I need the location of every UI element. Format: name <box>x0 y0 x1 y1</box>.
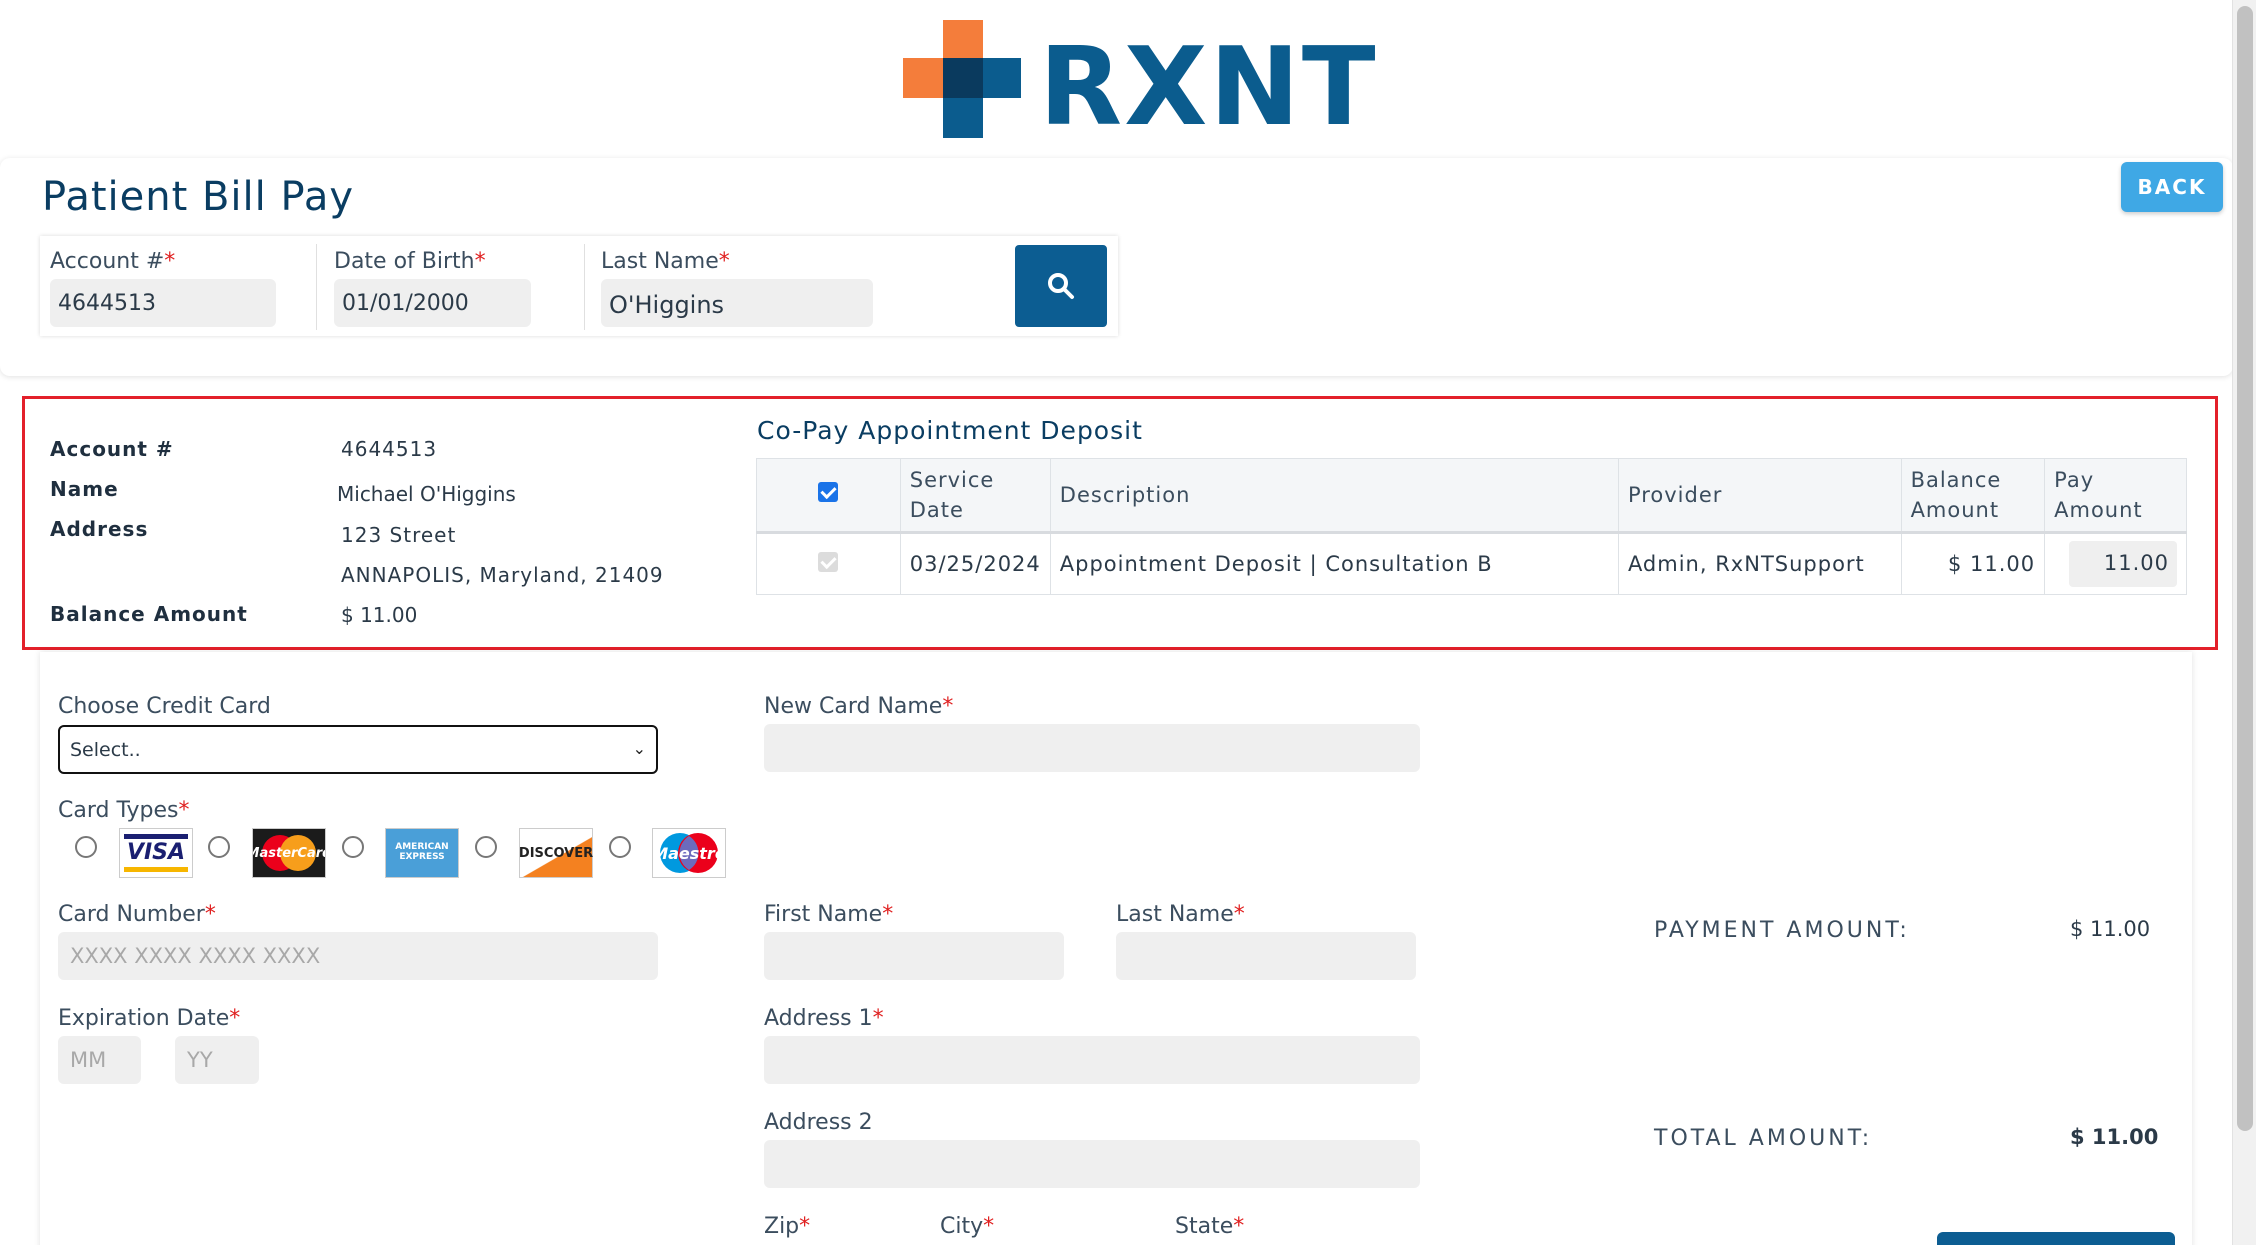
new-card-name-input[interactable] <box>764 724 1420 772</box>
dob-label: Date of Birth* <box>334 249 486 274</box>
vertical-scrollbar[interactable] <box>2232 0 2256 1245</box>
search-icon <box>1048 273 1074 299</box>
maestro-radio[interactable] <box>609 836 631 858</box>
service-date-header: Service Date <box>899 458 1051 534</box>
exp-year-input[interactable]: YY <box>175 1036 259 1084</box>
last-name-label: Last Name* <box>1116 902 1245 927</box>
description-cell: Appointment Deposit | Consultation B <box>1049 532 1619 595</box>
address1-label: Address 1* <box>764 1006 884 1031</box>
total-amount-value: $ 11.00 <box>2070 1125 2159 1149</box>
balance-amount-value: $ 11.00 <box>341 603 418 627</box>
chevron-down-icon: ⌄ <box>632 739 646 758</box>
total-amount-label: TOTAL AMOUNT: <box>1654 1126 1873 1151</box>
amex-card-icon: AMERICAN EXPRESS <box>385 828 459 878</box>
mastercard-icon: MasterCard <box>252 828 326 878</box>
new-card-name-label: New Card Name* <box>764 694 954 719</box>
discover-card-icon: DISCOVER <box>519 828 593 878</box>
last-name-search-label: Last Name* <box>601 249 730 274</box>
page: RXNT Patient Bill Pay BACK Account #* 46… <box>0 0 2256 1245</box>
city-label: City* <box>940 1214 995 1239</box>
account-number-value: 4644513 <box>341 437 438 461</box>
account-number-heading: Account # <box>50 437 174 461</box>
service-date-cell: 03/25/2024 <box>899 532 1051 595</box>
account-number-input[interactable]: 4644513 <box>50 279 276 327</box>
last-name-search-input[interactable]: O'Higgins <box>601 279 873 327</box>
back-button[interactable]: BACK <box>2121 162 2223 212</box>
balance-amount-header: Balance Amount <box>1900 458 2046 534</box>
payment-amount-value: $ 11.00 <box>2070 917 2151 941</box>
scrollbar-thumb[interactable] <box>2237 6 2253 1131</box>
maestro-card-icon: Maestro <box>652 828 726 878</box>
address2-input[interactable] <box>764 1140 1420 1188</box>
select-all-checkbox[interactable] <box>818 481 839 502</box>
address-heading: Address <box>50 517 149 541</box>
name-heading: Name <box>50 477 119 501</box>
first-name-input[interactable] <box>764 932 1064 980</box>
account-number-label: Account #* <box>50 249 176 274</box>
amex-radio[interactable] <box>342 836 364 858</box>
provider-header: Provider <box>1617 458 1902 534</box>
page-title: Patient Bill Pay <box>42 174 354 220</box>
provider-cell: Admin, RxNTSupport <box>1617 532 1902 595</box>
state-label: State* <box>1175 1214 1245 1239</box>
first-name-label: First Name* <box>764 902 894 927</box>
address1-input[interactable] <box>764 1036 1420 1084</box>
discover-radio[interactable] <box>475 836 497 858</box>
select-all-header <box>756 458 901 534</box>
exp-month-input[interactable]: MM <box>58 1036 141 1084</box>
name-value: Michael O'Higgins <box>337 482 516 506</box>
visa-radio[interactable] <box>75 836 97 858</box>
row-checkbox[interactable] <box>818 551 839 572</box>
description-header: Description <box>1049 458 1619 534</box>
dob-input[interactable]: 01/01/2000 <box>334 279 531 327</box>
zip-label: Zip* <box>764 1214 811 1239</box>
card-types-label: Card Types* <box>58 798 190 823</box>
logo-wordmark: RXNT <box>1039 25 1378 150</box>
address-line2-value: ANNAPOLIS, Maryland, 21409 <box>341 563 664 587</box>
pay-amount-header: Pay Amount <box>2044 458 2187 534</box>
balance-cell: $ 11.00 <box>1900 532 2046 595</box>
card-number-label: Card Number* <box>58 902 216 927</box>
mastercard-radio[interactable] <box>208 836 230 858</box>
payment-amount-label: PAYMENT AMOUNT: <box>1654 918 1910 943</box>
search-button[interactable] <box>1015 245 1107 327</box>
copay-title: Co-Pay Appointment Deposit <box>757 416 1143 445</box>
rxnt-logo: RXNT <box>903 20 1376 142</box>
choose-card-label: Choose Credit Card <box>58 694 271 719</box>
balance-amount-heading: Balance Amount <box>50 602 248 626</box>
pay-amount-input[interactable]: 11.00 <box>2069 541 2177 587</box>
address2-label: Address 2 <box>764 1110 873 1135</box>
choose-card-select[interactable]: Select.. ⌄ <box>58 725 658 774</box>
table-header-row: Service Date Description Provider Balance… <box>756 458 2187 534</box>
table-row: 03/25/2024 Appointment Deposit | Consult… <box>756 532 2187 595</box>
pay-button[interactable] <box>1937 1232 2175 1245</box>
last-name-input[interactable] <box>1116 932 1416 980</box>
card-number-input[interactable]: XXXX XXXX XXXX XXXX <box>58 932 658 980</box>
address-line1-value: 123 Street <box>341 523 457 547</box>
expiration-date-label: Expiration Date* <box>58 1006 241 1031</box>
visa-card-icon: VISA <box>119 828 193 878</box>
copay-table: Service Date Description Provider Balance… <box>756 458 2187 595</box>
